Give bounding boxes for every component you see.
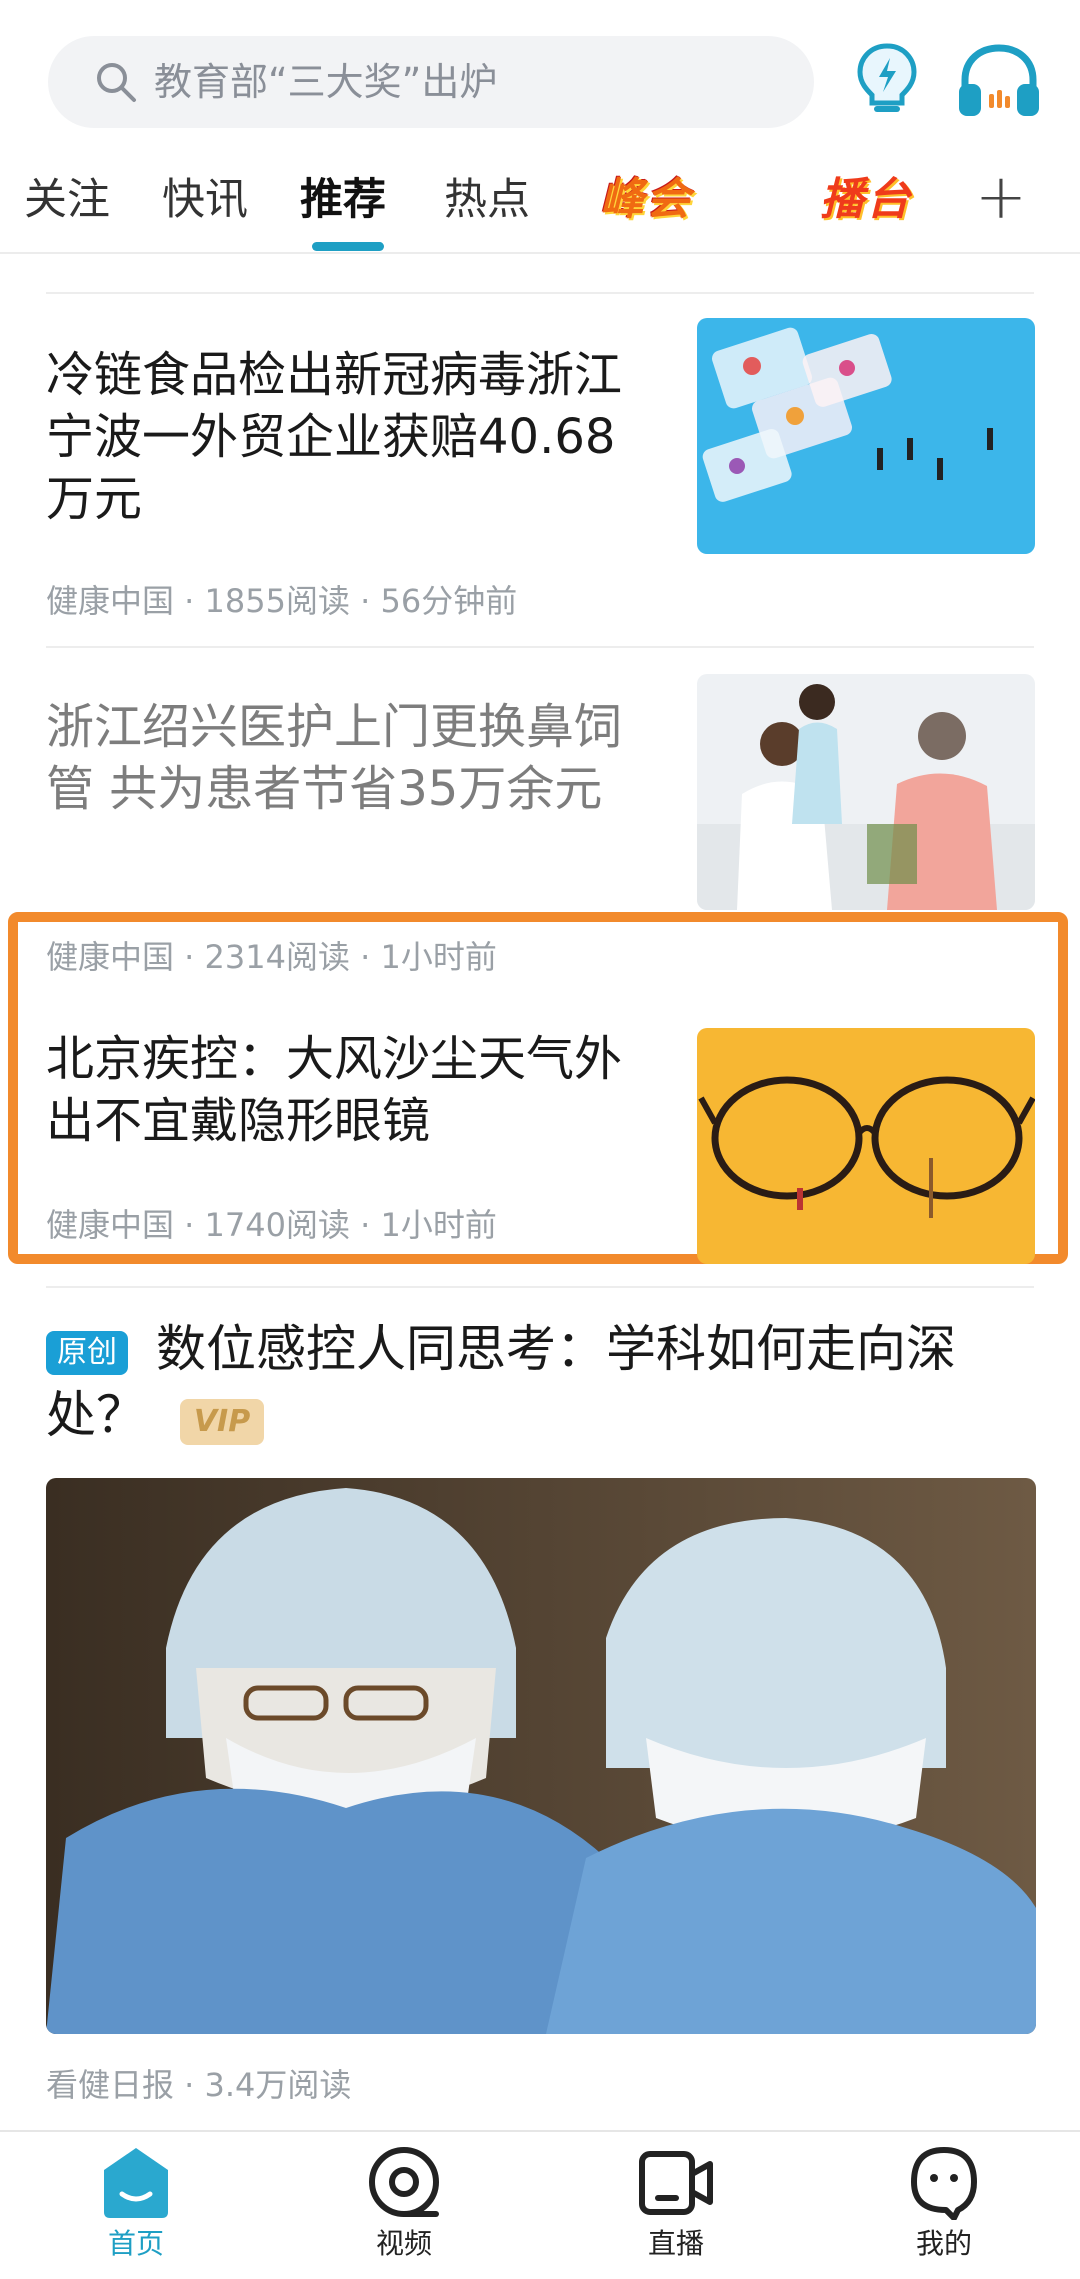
tab-summit-logo[interactable]: 峰会 [600, 172, 692, 228]
nav-profile[interactable]: 我的 [864, 2144, 1024, 2262]
nav-video[interactable]: 视频 [324, 2144, 484, 2262]
search-placeholder: 教育部“三大奖”出炉 [154, 60, 498, 104]
profile-icon [911, 2147, 977, 2220]
nav-label: 首页 [107, 2227, 164, 2260]
search-bar[interactable]: 教育部“三大奖”出炉 [48, 36, 814, 128]
article-meta: 健康中国 · 1740阅读 · 1小时前 [46, 1206, 497, 1244]
article-title: 北京疾控：大风沙尘天气外出不宜戴隐形眼镜 [46, 1031, 623, 1149]
divider [46, 1286, 1034, 1288]
article-thumbnail [697, 674, 1035, 910]
add-channel-button[interactable]: + [975, 162, 1027, 232]
tab-recommend[interactable]: 推荐 [300, 170, 386, 230]
vip-badge: VIP [180, 1399, 264, 1445]
bottom-navigation: 首页 视频 直播 我的 [0, 2130, 1080, 2279]
divider [46, 292, 1034, 294]
featured-meta: 看健日报 · 3.4万阅读 [46, 2066, 352, 2104]
header: 教育部“三大奖”出炉 [0, 0, 1080, 150]
home-icon [104, 2148, 168, 2218]
search-icon [97, 63, 136, 102]
article-thumbnail [697, 1028, 1035, 1264]
featured-image [46, 1478, 1036, 2034]
active-tab-indicator [312, 242, 384, 251]
headset-icon[interactable] [955, 40, 1043, 120]
tab-follow[interactable]: 关注 [24, 170, 110, 230]
article-title: 冷链食品检出新冠病毒浙江宁波一外贸企业获赔40.68万元 [46, 347, 623, 527]
video-icon [369, 2147, 439, 2217]
article-meta: 健康中国 · 1855阅读 · 56分钟前 [46, 582, 518, 620]
nav-label: 视频 [375, 2227, 432, 2260]
tab-fade [918, 150, 978, 250]
tab-hot[interactable]: 热点 [444, 170, 530, 230]
divider [46, 646, 1034, 648]
article-title: 浙江绍兴医护上门更换鼻饲管 共为患者节省35万余元 [46, 699, 623, 817]
nav-live[interactable]: 直播 [596, 2144, 756, 2262]
nav-label: 我的 [915, 2227, 972, 2260]
live-camera-icon [639, 2151, 713, 2215]
nav-home[interactable]: 首页 [56, 2144, 216, 2262]
tab-flash-news[interactable]: 快讯 [162, 170, 248, 230]
channel-tabs: 关注 快讯 推荐 热点 峰会 播台 + [0, 150, 1080, 254]
lightbulb-icon[interactable] [852, 40, 922, 120]
nav-label: 直播 [647, 2227, 704, 2260]
article-thumbnail [697, 318, 1035, 554]
